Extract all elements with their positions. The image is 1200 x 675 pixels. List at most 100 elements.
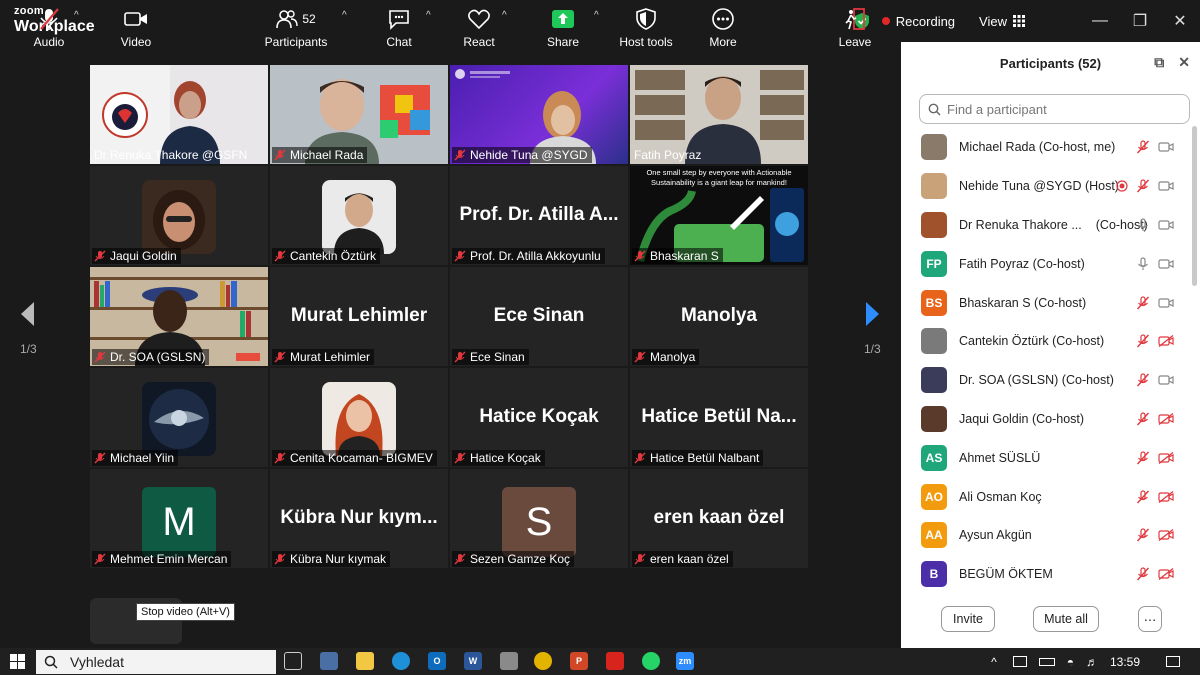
video-tile-atilla[interactable]: Prof. Dr. Atilla A... Prof. Dr. Atilla A… (450, 166, 628, 265)
video-tile-mehmet[interactable]: M Mehmet Emin Mercan (90, 469, 268, 568)
video-tile-michael-rada[interactable]: Michael Rada (270, 65, 448, 164)
chat-options-chevron-icon[interactable]: ^ (426, 10, 431, 21)
participant-mic-toggle[interactable] (1136, 218, 1150, 232)
tray-overflow-chevron-icon[interactable]: ^ (991, 655, 997, 669)
video-tile-jaqui[interactable]: Jaqui Goldin (90, 166, 268, 265)
video-tile-dr-soa[interactable]: Dr. SOA (GSLSN) (90, 267, 268, 366)
participant-row[interactable]: Jaqui Goldin (Co-host) (901, 400, 1200, 439)
participant-mic-toggle[interactable] (1136, 528, 1150, 542)
participant-row[interactable]: AA Aysun Akgün (901, 516, 1200, 555)
pop-out-icon[interactable]: ⧉ (1154, 54, 1164, 71)
participant-row[interactable]: B BEGÜM ÖKTEM (901, 555, 1200, 594)
participant-row[interactable]: Nehide Tuna @SYGD (Host) (901, 167, 1200, 206)
participant-mic-toggle[interactable] (1136, 412, 1150, 426)
windows-start-icon[interactable] (10, 654, 25, 669)
participant-mic-toggle[interactable] (1136, 451, 1150, 465)
minimize-icon[interactable]: — (1080, 0, 1120, 42)
video-tile-renuka[interactable]: Dr Renuka Thakore @GSFN (90, 65, 268, 164)
recording-indicator[interactable]: Recording (881, 14, 955, 29)
video-tile-fatih[interactable]: Fatih Poyraz (630, 65, 808, 164)
previous-page-icon[interactable] (18, 300, 36, 328)
video-tile-manolya[interactable]: Manolya Manolya (630, 267, 808, 366)
participants-options-chevron-icon[interactable]: ^ (342, 10, 347, 21)
participant-row[interactable]: Dr Renuka Thakore ... (Co-host) (901, 206, 1200, 245)
close-icon[interactable]: ✕ (1160, 0, 1200, 42)
participant-camera-toggle[interactable] (1158, 335, 1174, 348)
more-options-button[interactable]: ⋯ (1138, 606, 1162, 632)
participant-camera-toggle[interactable] (1158, 412, 1174, 425)
edge-browser-icon[interactable] (392, 652, 410, 670)
mute-all-button[interactable]: Mute all (1033, 606, 1099, 632)
participants-button[interactable]: 52 Participants (262, 0, 330, 56)
video-tile-cenita[interactable]: Cenita Kocaman- BIGMEV (270, 368, 448, 467)
word-icon[interactable]: W (464, 652, 482, 670)
video-tile-hatice-betul[interactable]: Hatice Betül Na... Hatice Betül Nalbant (630, 368, 808, 467)
video-tile-hatice-kocak[interactable]: Hatice Koçak Hatice Koçak (450, 368, 628, 467)
host-tools-button[interactable]: Host tools (616, 0, 676, 56)
video-tile-nehide[interactable]: Nehide Tuna @SYGD (450, 65, 628, 164)
participant-mic-toggle[interactable] (1136, 567, 1150, 581)
invite-button[interactable]: Invite (941, 606, 995, 632)
participant-camera-toggle[interactable] (1158, 180, 1174, 192)
participant-camera-toggle[interactable] (1158, 141, 1174, 153)
chat-button[interactable]: Chat (384, 0, 414, 56)
share-options-chevron-icon[interactable]: ^ (594, 10, 599, 21)
participant-mic-toggle[interactable] (1136, 257, 1150, 271)
participant-mic-toggle[interactable] (1136, 140, 1150, 154)
participant-list-scrollbar[interactable] (1192, 126, 1197, 286)
video-tile-michael-yiin[interactable]: Michael Yiin (90, 368, 268, 467)
participant-mic-toggle[interactable] (1136, 179, 1150, 193)
volume-icon[interactable]: ♬ (1086, 655, 1098, 669)
participant-row[interactable]: BS Bhaskaran S (Co-host) (901, 283, 1200, 322)
participant-row[interactable]: FP Fatih Poyraz (Co-host) (901, 244, 1200, 283)
next-page-icon[interactable] (864, 300, 882, 328)
participant-row[interactable]: AO Ali Osman Koç (901, 477, 1200, 516)
view-button[interactable]: View (979, 14, 1025, 29)
close-panel-icon[interactable]: ✕ (1178, 54, 1190, 71)
acrobat-icon[interactable] (606, 652, 624, 670)
video-button[interactable]: Video (116, 0, 156, 56)
participant-search-input[interactable] (947, 101, 1167, 117)
participant-camera-toggle[interactable] (1158, 219, 1174, 231)
video-tile-kubra[interactable]: Kübra Nur kıym... Kübra Nur kıymak (270, 469, 448, 568)
audio-button[interactable]: Audio (30, 0, 68, 56)
calculator-icon[interactable] (320, 652, 338, 670)
video-tile-cantekin[interactable]: Cantekin Öztürk (270, 166, 448, 265)
chrome-icon[interactable] (534, 652, 552, 670)
participant-camera-toggle[interactable] (1158, 297, 1174, 309)
paint-icon[interactable] (500, 652, 518, 670)
powerpoint-icon[interactable]: P (570, 652, 588, 670)
participant-camera-toggle[interactable] (1158, 490, 1174, 503)
react-button[interactable]: React (462, 0, 496, 56)
participant-row[interactable]: Michael Rada (Co-host, me) (901, 128, 1200, 167)
participant-row[interactable]: Dr. SOA (GSLSN) (Co-host) (901, 361, 1200, 400)
wifi-icon[interactable]: ◓ (1067, 655, 1074, 669)
participant-row[interactable]: Cantekin Öztürk (Co-host) (901, 322, 1200, 361)
participant-camera-toggle[interactable] (1158, 568, 1174, 581)
share-button[interactable]: Share (546, 0, 580, 56)
whatsapp-icon[interactable] (642, 652, 660, 670)
video-tile-ece[interactable]: Ece Sinan Ece Sinan (450, 267, 628, 366)
clock-time[interactable]: 13:59 (1110, 655, 1140, 669)
video-tile-bhaskaran[interactable]: One small step by everyone with Actionab… (630, 166, 808, 265)
participant-mic-toggle[interactable] (1136, 489, 1150, 504)
react-options-chevron-icon[interactable]: ^ (502, 10, 507, 21)
participant-search[interactable] (919, 94, 1190, 124)
notifications-icon[interactable] (1166, 656, 1180, 667)
zoom-taskbar-icon[interactable]: zm (676, 652, 694, 670)
video-tile-sezen[interactable]: S Sezen Gamze Koç (450, 469, 628, 568)
restore-icon[interactable]: ❐ (1120, 0, 1160, 42)
task-view-icon[interactable] (284, 652, 302, 670)
video-tile-eren[interactable]: eren kaan özel eren kaan özel (630, 469, 808, 568)
participant-camera-toggle[interactable] (1158, 451, 1174, 464)
more-button[interactable]: More (706, 0, 740, 56)
tray-app-icon[interactable] (1012, 656, 1027, 667)
participant-row[interactable]: AS Ahmet SÜSLÜ (901, 438, 1200, 477)
participant-camera-toggle[interactable] (1158, 258, 1174, 270)
participant-mic-toggle[interactable] (1136, 373, 1150, 387)
participant-camera-toggle[interactable] (1158, 529, 1174, 542)
participant-mic-toggle[interactable] (1136, 295, 1150, 310)
participant-camera-toggle[interactable] (1158, 374, 1174, 386)
battery-icon[interactable] (1038, 657, 1055, 666)
file-explorer-icon[interactable] (356, 652, 374, 670)
